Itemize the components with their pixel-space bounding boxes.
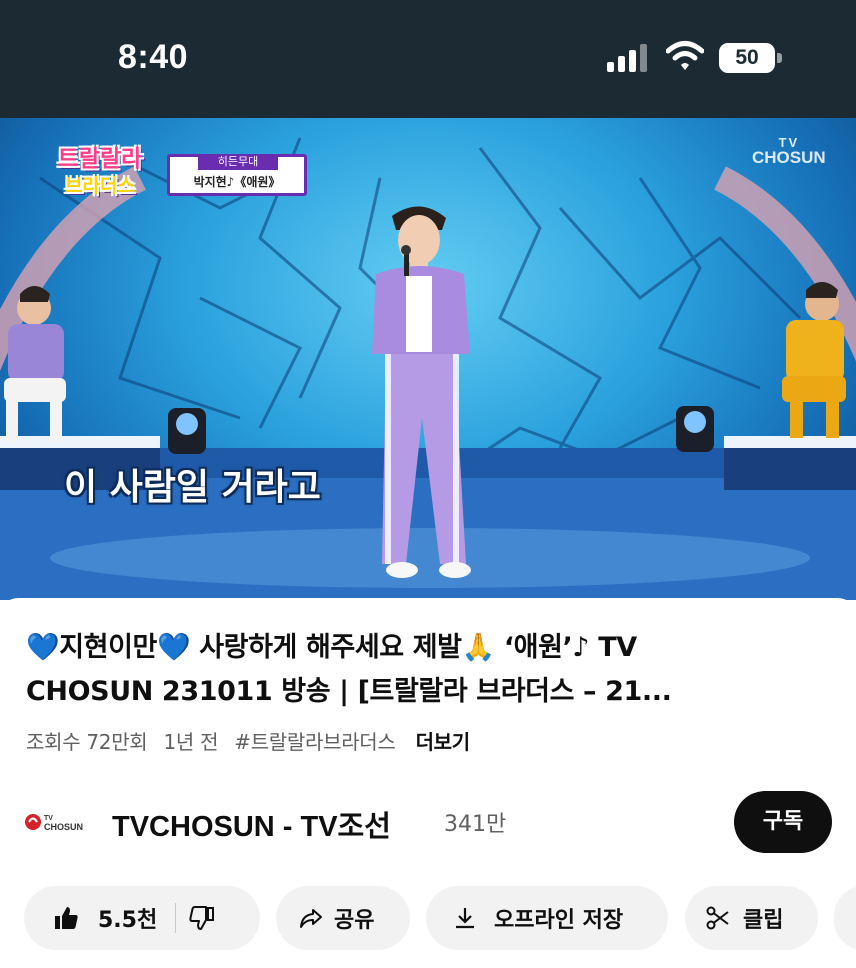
share-icon [300,909,322,928]
video-subtitle: 이 사람일 거라고 [64,467,321,508]
hashtag-link[interactable]: #트랄랄라브라더스 [234,730,396,754]
like-count[interactable]: 5.5천 [98,902,157,934]
download-button[interactable]: 오프라인 저장 [426,886,668,950]
download-icon [456,908,474,929]
show-logo: 트랄랄라 브라더스 [44,146,156,208]
scissors-icon [706,906,729,930]
more-button[interactable]: 더보기 [416,730,471,754]
video-meta[interactable]: 조회수 72만회 1년 전 #트랄랄라브라더스 더보기 [26,726,480,755]
channel-logo-tv: TV [44,815,53,822]
channel-logo-chosun: CHOSUN [44,822,83,832]
status-bar: 8:40 50 [0,0,856,118]
song-caption: 히든무대 박지현♪《애원》 [167,154,307,196]
broadcaster-logo-chosun: CHOSUN [752,148,826,167]
channel-avatar[interactable]: TV CHOSUN [24,810,88,834]
show-logo-line1: 트랄랄라 [57,146,143,172]
upload-age: 1년 전 [163,730,219,754]
broadcaster-logo: TV CHOSUN [752,136,826,166]
view-count: 조회수 72만회 [26,730,148,754]
video-player[interactable]: 트랄랄라 브라더스 히든무대 박지현♪《애원》 TV CHOSUN 이 사람일 … [0,118,856,600]
caption-body: 박지현♪《애원》 [193,175,281,189]
clip-label: 클립 [743,908,784,933]
thumbs-up-icon[interactable] [52,904,80,932]
video-title-line2: CHOSUN 231011 방송 | [트랄랄라 브라더스 – 21... [26,676,672,707]
thumbs-down-icon[interactable] [188,904,216,932]
wifi-icon [666,41,704,70]
download-label: 오프라인 저장 [494,908,624,933]
clip-button[interactable]: 클립 [685,886,818,950]
channel-name[interactable]: TVCHOSUN - TV조선 [112,803,391,845]
video-title-line1: 💙지현이만💙 사랑하게 해주세요 제발🙏 ‘애원’♪ TV [26,632,637,663]
battery-icon: 50 [719,43,783,73]
subscriber-count: 341만 [444,812,507,837]
share-label: 공유 [334,908,375,933]
status-time: 8:40 [118,38,189,76]
show-logo-line2: 브라더스 [65,175,135,197]
video-title[interactable]: 💙지현이만💙 사랑하게 해주세요 제발🙏 ‘애원’♪ TV CHOSUN 231… [26,626,832,714]
like-dislike-pill: 5.5천 [24,886,260,950]
cellular-signal-icon [607,44,647,72]
battery-level: 50 [735,46,759,69]
caption-head: 히든무대 [198,154,278,170]
share-button[interactable]: 공유 [276,886,410,950]
subscribe-button[interactable]: 구독 [734,791,832,853]
like-divider [175,903,177,933]
